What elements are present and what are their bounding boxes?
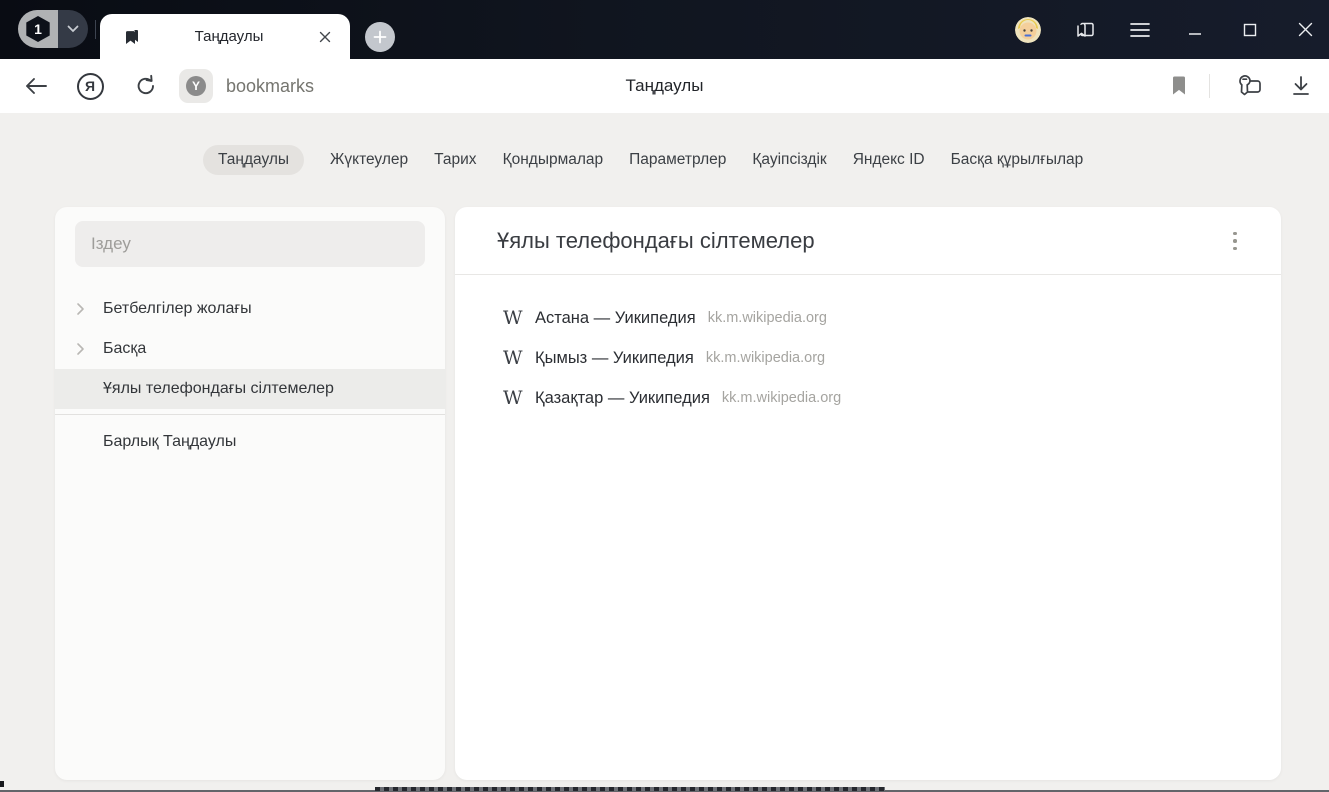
bookmark-title: Қымыз — Уикипедия	[535, 349, 694, 368]
search-input[interactable]	[75, 221, 425, 267]
tab-close-icon[interactable]	[316, 28, 334, 46]
address-bar-text[interactable]: bookmarks	[226, 76, 314, 97]
menu-icon[interactable]	[1129, 19, 1151, 41]
chevron-right-icon[interactable]	[73, 302, 87, 316]
bookmarks-nav-tabs: Таңдаулы Жүктеулер Тарих Қондырмалар Пар…	[203, 145, 1083, 175]
nav-tab-other-devices[interactable]: Басқа құрылғылар	[951, 145, 1084, 175]
browser-toolbar: Я Y bookmarks Таңдаулы	[0, 59, 1329, 113]
folder-label: Бетбелгілер жолағы	[103, 300, 252, 318]
wikipedia-favicon: W	[503, 349, 527, 368]
bookmarks-main-panel: Ұялы телефондағы сілтемелер W Астана — У…	[455, 207, 1281, 780]
favicon-letter: Y	[192, 79, 200, 93]
page-favicon: Y	[179, 69, 213, 103]
bookmark-url: kk.m.wikipedia.org	[706, 350, 825, 366]
bookmark-url: kk.m.wikipedia.org	[722, 390, 841, 406]
folder-label: Ұялы телефондағы сілтемелер	[103, 380, 334, 398]
plus-icon	[373, 30, 387, 44]
taskbar-sliver	[375, 787, 885, 791]
bookmark-url: kk.m.wikipedia.org	[708, 310, 827, 326]
nav-tab-downloads[interactable]: Жүктеулер	[330, 145, 408, 175]
folder-list: Бетбелгілер жолағы Басқа Ұялы телефондағ…	[55, 289, 445, 464]
profile-avatar[interactable]	[1015, 17, 1041, 43]
titlebar: 1 Таңдаулы	[0, 0, 1329, 59]
kebab-menu-icon[interactable]	[1221, 227, 1249, 255]
avatar-image	[1015, 17, 1041, 43]
new-tab-button[interactable]	[365, 22, 395, 52]
bookmark-list: W Астана — Уикипедия kk.m.wikipedia.org …	[455, 275, 1281, 418]
nav-tab-extensions[interactable]: Қондырмалар	[503, 145, 604, 175]
tab-group-button[interactable]: 1	[18, 10, 88, 48]
maximize-button[interactable]	[1239, 19, 1261, 41]
bookmarks-sidebar: Бетбелгілер жолағы Басқа Ұялы телефондағ…	[55, 207, 445, 780]
chevron-down-icon	[67, 25, 79, 33]
titlebar-separator	[95, 20, 96, 39]
bookmark-row[interactable]: W Қымыз — Уикипедия kk.m.wikipedia.org	[455, 338, 1281, 378]
folder-heading: Ұялы телефондағы сілтемелер	[497, 228, 815, 254]
bookmark-title: Астана — Уикипедия	[535, 309, 696, 328]
folder-bookmarks-bar[interactable]: Бетбелгілер жолағы	[55, 289, 445, 329]
back-button[interactable]	[22, 72, 50, 100]
bookmarks-tab-icon	[122, 27, 142, 47]
nav-tab-favorites[interactable]: Таңдаулы	[203, 145, 304, 175]
main-header: Ұялы телефондағы сілтемелер	[455, 207, 1281, 275]
all-favorites-item[interactable]: Барлық Таңдаулы	[55, 420, 445, 464]
sidebar-divider	[55, 414, 445, 415]
folder-mobile-links[interactable]: Ұялы телефондағы сілтемелер	[55, 369, 445, 409]
tab-group-dropdown[interactable]	[58, 10, 88, 48]
folder-label: Басқа	[103, 340, 146, 358]
browser-tab[interactable]: Таңдаулы	[100, 14, 350, 59]
nav-tab-security[interactable]: Қауіпсіздік	[752, 145, 826, 175]
bookmark-row[interactable]: W Астана — Уикипедия kk.m.wikipedia.org	[455, 298, 1281, 338]
download-icon[interactable]	[1287, 72, 1315, 100]
nav-tab-history[interactable]: Тарих	[434, 145, 476, 175]
yandex-logo-letter: Я	[85, 78, 95, 94]
tab-count-badge: 1	[25, 16, 51, 42]
yandex-logo-icon[interactable]: Я	[76, 72, 104, 100]
all-favorites-label: Барлық Таңдаулы	[103, 433, 236, 451]
folder-other[interactable]: Басқа	[55, 329, 445, 369]
side-panel-icon[interactable]	[1074, 19, 1096, 41]
toolbar-separator	[1209, 74, 1210, 98]
wikipedia-favicon: W	[503, 309, 527, 328]
close-button[interactable]	[1294, 19, 1316, 41]
bookmark-title: Қазақтар — Уикипедия	[535, 389, 710, 408]
tab-count-segment[interactable]: 1	[18, 10, 58, 48]
nav-tab-settings[interactable]: Параметрлер	[629, 145, 726, 175]
corner-artifact	[0, 781, 4, 787]
chevron-right-icon[interactable]	[73, 342, 87, 356]
wikipedia-favicon: W	[503, 389, 527, 408]
bookmark-flag-icon[interactable]	[1165, 72, 1193, 100]
protect-passwords-icon[interactable]	[1235, 72, 1263, 100]
nav-tab-yandex-id[interactable]: Яндекс ID	[853, 145, 925, 175]
bookmark-row[interactable]: W Қазақтар — Уикипедия kk.m.wikipedia.or…	[455, 378, 1281, 418]
reload-button[interactable]	[132, 72, 160, 100]
tab-title: Таңдаулы	[142, 28, 316, 45]
minimize-button[interactable]	[1184, 19, 1206, 41]
